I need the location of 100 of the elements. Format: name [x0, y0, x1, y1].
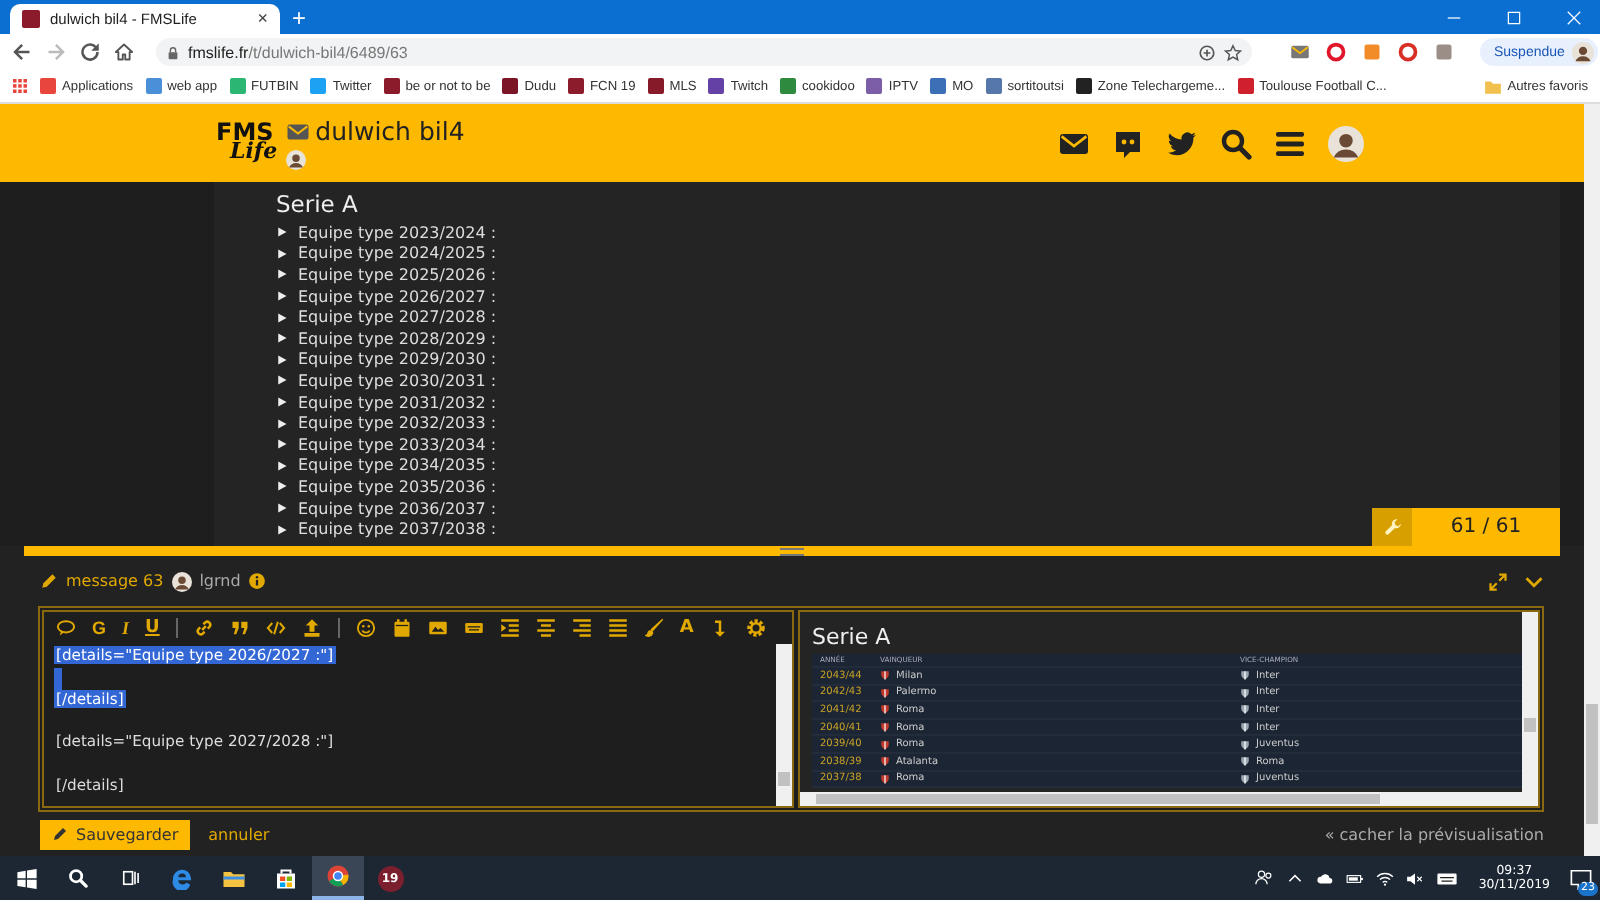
- favicon-icon: [22, 10, 40, 28]
- quote-icon[interactable]: [229, 618, 250, 638]
- task-view-icon[interactable]: [120, 868, 140, 888]
- align-center-icon[interactable]: [535, 618, 556, 638]
- caret-up-icon[interactable]: [1286, 869, 1305, 887]
- crest-icon: [880, 670, 890, 681]
- wifi-icon[interactable]: [1376, 869, 1395, 887]
- scrollbar[interactable]: [776, 644, 792, 806]
- chevron-down-icon[interactable]: [1524, 571, 1544, 591]
- scrollbar[interactable]: [1522, 612, 1538, 792]
- close-icon[interactable]: [1564, 7, 1584, 27]
- scrollbar[interactable]: [800, 792, 1538, 806]
- username[interactable]: lgrnd: [199, 572, 241, 590]
- bold-button[interactable]: G: [92, 619, 107, 637]
- search-icon[interactable]: [1220, 127, 1252, 159]
- home-icon[interactable]: [114, 42, 134, 62]
- details-item[interactable]: Equipe type 2027/2028 :: [276, 306, 497, 328]
- new-tab-button[interactable]: +: [292, 5, 307, 29]
- battery-icon[interactable]: [1346, 869, 1365, 887]
- details-item[interactable]: Equipe type 2026/2027 :: [276, 285, 497, 307]
- shopping-bag-icon[interactable]: [274, 866, 298, 890]
- extension-icon[interactable]: [1290, 42, 1310, 62]
- people-icon[interactable]: [1254, 868, 1275, 888]
- speech-bubble-icon[interactable]: [56, 618, 76, 638]
- folder-icon[interactable]: [222, 866, 246, 890]
- post-counter[interactable]: 61 / 61: [1372, 508, 1560, 546]
- details-item[interactable]: Equipe type 2030/2031 :: [276, 370, 497, 392]
- brush-icon[interactable]: [643, 618, 664, 638]
- maximize-icon[interactable]: [1504, 7, 1524, 27]
- crest-icon: [880, 722, 890, 733]
- keyboard-icon[interactable]: [463, 618, 484, 638]
- settings-icon[interactable]: [745, 618, 766, 638]
- search-icon[interactable]: [68, 868, 88, 888]
- italic-button[interactable]: I: [122, 619, 130, 637]
- expand-icon[interactable]: [1488, 571, 1508, 591]
- chat-icon[interactable]: [1112, 127, 1144, 159]
- pencil-icon: [52, 826, 68, 842]
- details-item[interactable]: Equipe type 2031/2032 :: [276, 391, 497, 413]
- cloud-icon[interactable]: [1316, 869, 1335, 887]
- reload-icon[interactable]: [80, 42, 100, 62]
- browser-icon[interactable]: [170, 866, 194, 890]
- cancel-link[interactable]: annuler: [208, 825, 270, 843]
- link-icon[interactable]: [193, 618, 214, 638]
- crest-icon: [1240, 687, 1250, 698]
- tab-close-button[interactable]: ×: [257, 10, 268, 28]
- details-item[interactable]: Equipe type 2029/2030 :: [276, 349, 497, 371]
- code-icon[interactable]: [265, 618, 286, 638]
- site-logo[interactable]: FMS Life: [216, 121, 278, 165]
- details-item[interactable]: Equipe type 2036/2037 :: [276, 497, 497, 519]
- crest-icon: [880, 756, 890, 767]
- smiley-icon[interactable]: [355, 618, 376, 638]
- notification-icon[interactable]: [1570, 867, 1592, 889]
- crest-icon: [880, 704, 890, 715]
- crest-icon: [1240, 722, 1250, 733]
- preview-heading: Serie A: [812, 624, 893, 650]
- details-item[interactable]: Equipe type 2025/2026 :: [276, 264, 497, 286]
- apps-icon[interactable]: [12, 78, 28, 94]
- reply-action[interactable]: message 63: [66, 572, 164, 590]
- folder-icon: [1483, 77, 1502, 95]
- underline-button[interactable]: U: [145, 619, 160, 637]
- align-right-icon[interactable]: [571, 618, 592, 638]
- crest-icon: [1240, 739, 1250, 750]
- justify-icon[interactable]: [607, 618, 628, 638]
- details-item[interactable]: Equipe type 2023/2024 :: [276, 222, 497, 244]
- avatar-icon[interactable]: [1328, 125, 1364, 161]
- font-color-button[interactable]: A: [679, 619, 694, 637]
- image-icon[interactable]: [427, 618, 448, 638]
- star-icon[interactable]: [1224, 43, 1242, 61]
- info-icon[interactable]: [248, 572, 267, 590]
- indent-icon[interactable]: [499, 618, 520, 638]
- windows-logo-icon[interactable]: [15, 867, 37, 889]
- lock-icon: [166, 45, 180, 59]
- avatar-icon: [285, 150, 306, 170]
- crest-icon: [1240, 670, 1250, 681]
- hide-preview-link[interactable]: « cacher la prévisualisation: [1324, 825, 1544, 843]
- crest-icon: [1240, 704, 1250, 715]
- envelope-icon: [285, 119, 310, 143]
- details-item[interactable]: Equipe type 2033/2034 :: [276, 433, 497, 456]
- details-item[interactable]: Equipe type 2035/2036 :: [276, 476, 497, 498]
- menu-icon[interactable]: [1274, 127, 1306, 159]
- details-item[interactable]: Equipe type 2024/2025 :: [276, 243, 497, 265]
- crest-icon: [1240, 773, 1250, 784]
- add-icon[interactable]: [1198, 43, 1216, 61]
- page-scrollbar[interactable]: [1586, 704, 1598, 824]
- details-item[interactable]: Equipe type 2032/2033 :: [276, 412, 497, 434]
- resize-handle[interactable]: [780, 547, 804, 555]
- speaker-icon[interactable]: [1406, 869, 1425, 887]
- avatar-icon: [1572, 41, 1595, 63]
- crest-icon: [1240, 756, 1250, 767]
- calendar-icon[interactable]: [391, 618, 412, 638]
- details-item[interactable]: Equipe type 2037/2038 :: [276, 518, 497, 540]
- save-button[interactable]: Sauvegarder: [40, 819, 191, 849]
- details-item[interactable]: Equipe type 2028/2029 :: [276, 327, 497, 350]
- back-icon[interactable]: [12, 42, 32, 62]
- chrome-icon[interactable]: [326, 864, 350, 888]
- details-item[interactable]: Equipe type 2034/2035 :: [276, 455, 497, 477]
- arrow-down-icon[interactable]: [709, 618, 730, 638]
- upload-icon[interactable]: [301, 618, 322, 638]
- twitter-bird-icon[interactable]: [1166, 127, 1198, 159]
- address-bar[interactable]: fmslife.fr/t/dulwich-bil4/6489/63: [156, 38, 1252, 66]
